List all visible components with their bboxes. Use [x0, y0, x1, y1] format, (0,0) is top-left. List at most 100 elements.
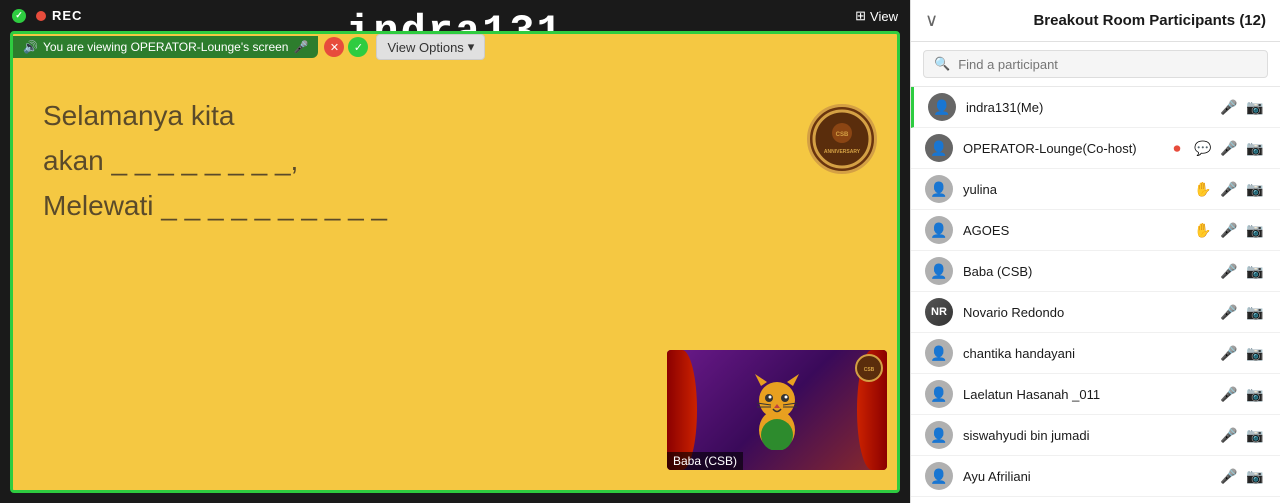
notification-text: You are viewing OPERATOR-Lounge's screen: [43, 40, 289, 54]
search-icon: 🔍: [934, 56, 950, 72]
main-area: REC indra131 ⊞ View 🔊 You are viewing OP…: [0, 0, 910, 503]
view-options-button[interactable]: View Options ▾: [376, 34, 485, 60]
avatar: 👤: [925, 175, 953, 203]
cam-icon: 📷: [1244, 178, 1266, 200]
rec-indicator: [36, 11, 46, 21]
notification-left: 🔊 You are viewing OPERATOR-Lounge's scre…: [13, 34, 485, 60]
search-box: 🔍: [911, 42, 1280, 87]
mute-mic-icon: 🎤: [1218, 260, 1240, 282]
participant-name: chantika handayani: [963, 346, 1208, 361]
slide-line3: Melewati _ _ _ _ _ _ _ _ _ _: [43, 190, 387, 221]
mute-mic-icon: 🎤: [1218, 96, 1240, 118]
participant-icons: ✋ 🎤 📷: [1192, 219, 1266, 241]
participant-row[interactable]: 👤 Ayu Afriliani 🎤 📷: [911, 456, 1280, 497]
mute-icon: 🎤: [293, 40, 308, 54]
sidebar-header: ∨ Breakout Room Participants (12): [911, 0, 1280, 42]
avatar: NR: [925, 298, 953, 326]
sidebar-collapse-button[interactable]: ∨: [925, 10, 938, 31]
sidebar: ∨ Breakout Room Participants (12) 🔍 👤 in…: [910, 0, 1280, 503]
slide-logo: CSB ANNIVERSARY: [807, 104, 877, 174]
speaker-icon: 🔊: [23, 40, 38, 54]
participant-icons: 🎤 📷: [1218, 342, 1266, 364]
svg-text:CSB: CSB: [864, 367, 875, 373]
chat-icon: 💬: [1192, 137, 1214, 159]
slide-text: Selamanya kita akan _ _ _ _ _ _ _ _, Mel…: [43, 94, 387, 228]
mute-cam-icon: 📷: [1244, 96, 1266, 118]
avatar: 👤: [925, 134, 953, 162]
cam-icon: 📷: [1244, 219, 1266, 241]
notif-icon-red[interactable]: ✕: [324, 37, 344, 57]
participant-row[interactable]: 👤 Nasila 🎤 📷: [911, 497, 1280, 503]
view-button[interactable]: ⊞ View: [855, 8, 898, 24]
participant-row[interactable]: 👤 Laelatun Hasanah _011 🎤 📷: [911, 374, 1280, 415]
video-logo: CSB: [855, 354, 883, 382]
cam-icon: 📷: [1244, 383, 1266, 405]
rec-label: REC: [52, 8, 82, 23]
avatar: 👤: [925, 380, 953, 408]
hand-raise-icon: ✋: [1192, 219, 1214, 241]
slide-line1: Selamanya kita: [43, 100, 234, 131]
search-input-wrapper: 🔍: [923, 50, 1268, 78]
mute-mic-icon: 🎤: [1218, 301, 1240, 323]
screen-notification: 🔊 You are viewing OPERATOR-Lounge's scre…: [13, 34, 897, 60]
participant-name: Ayu Afriliani: [963, 469, 1208, 484]
hand-raise-icon: ✋: [1192, 178, 1214, 200]
svg-text:CSB: CSB: [836, 132, 849, 138]
mute-mic-icon: 🎤: [1218, 178, 1240, 200]
rec-dot: [12, 9, 26, 23]
participant-name: AGOES: [963, 223, 1182, 238]
participant-icons: 🎤 📷: [1218, 383, 1266, 405]
participant-icons: 🎤 📷: [1218, 301, 1266, 323]
slide-line2: akan _ _ _ _ _ _ _ _,: [43, 145, 298, 176]
rec-icon: ⏺: [1166, 137, 1188, 159]
participant-icons: 🎤 📷: [1218, 424, 1266, 446]
mute-mic-icon: 🎤: [1218, 383, 1240, 405]
view-label: View: [870, 9, 898, 24]
screen-share-wrapper: 🔊 You are viewing OPERATOR-Lounge's scre…: [10, 31, 900, 493]
participant-row[interactable]: 👤 chantika handayani 🎤 📷: [911, 333, 1280, 374]
cam-icon: 📷: [1244, 465, 1266, 487]
participant-row[interactable]: 👤 OPERATOR-Lounge(Co-host) ⏺ 💬 🎤 📷: [911, 128, 1280, 169]
mute-cam-icon: 📷: [1244, 137, 1266, 159]
avatar: 👤: [925, 339, 953, 367]
participant-icons: ✋ 🎤 📷: [1192, 178, 1266, 200]
cam-icon: 📷: [1244, 260, 1266, 282]
screen-share-container: 🔊 You are viewing OPERATOR-Lounge's scre…: [0, 31, 910, 503]
avatar: 👤: [928, 93, 956, 121]
chevron-down-icon: ▾: [468, 39, 475, 55]
participant-row[interactable]: 👤 Baba (CSB) 🎤 📷: [911, 251, 1280, 292]
notif-icon-green[interactable]: ✓: [348, 37, 368, 57]
rec-badge: REC: [12, 8, 82, 23]
avatar: 👤: [925, 216, 953, 244]
mute-mic-red-icon: 🎤: [1218, 424, 1240, 446]
cam-icon: 📷: [1244, 424, 1266, 446]
participant-name: OPERATOR-Lounge(Co-host): [963, 141, 1156, 156]
notification-badge: 🔊 You are viewing OPERATOR-Lounge's scre…: [13, 36, 318, 58]
participant-icons: 🎤 📷: [1218, 465, 1266, 487]
search-input[interactable]: [958, 57, 1257, 72]
participant-row[interactable]: 👤 yulina ✋ 🎤 📷: [911, 169, 1280, 210]
avatar: 👤: [925, 421, 953, 449]
participant-row[interactable]: 👤 indra131(Me) 🎤 📷: [911, 87, 1280, 128]
participant-icons: 🎤 📷: [1218, 260, 1266, 282]
cam-icon: 📷: [1244, 342, 1266, 364]
small-video-panel: CSB Baba (CSB): [667, 350, 887, 470]
participant-icons: ⏺ 💬 🎤 📷: [1166, 137, 1266, 159]
participants-list: 👤 indra131(Me) 🎤 📷 👤 OPERATOR-Lounge(Co-…: [911, 87, 1280, 503]
small-video-label: Baba (CSB): [667, 452, 743, 470]
mute-mic-icon: 🎤: [1218, 342, 1240, 364]
participant-name: Novario Redondo: [963, 305, 1208, 320]
notification-icons: ✕ ✓: [324, 37, 368, 57]
participant-name: Baba (CSB): [963, 264, 1208, 279]
view-options-label: View Options: [387, 40, 463, 55]
cam-icon: 📷: [1244, 301, 1266, 323]
svg-text:ANNIVERSARY: ANNIVERSARY: [824, 149, 861, 155]
participant-icons: 🎤 📷: [1218, 96, 1266, 118]
participant-row[interactable]: 👤 siswahyudi bin jumadi 🎤 📷: [911, 415, 1280, 456]
participant-name: yulina: [963, 182, 1182, 197]
participant-name: siswahyudi bin jumadi: [963, 428, 1208, 443]
participant-row[interactable]: 👤 AGOES ✋ 🎤 📷: [911, 210, 1280, 251]
participant-name: Laelatun Hasanah _011: [963, 387, 1208, 402]
participant-row[interactable]: NR Novario Redondo 🎤 📷: [911, 292, 1280, 333]
sidebar-title: Breakout Room Participants (12): [1033, 12, 1266, 29]
